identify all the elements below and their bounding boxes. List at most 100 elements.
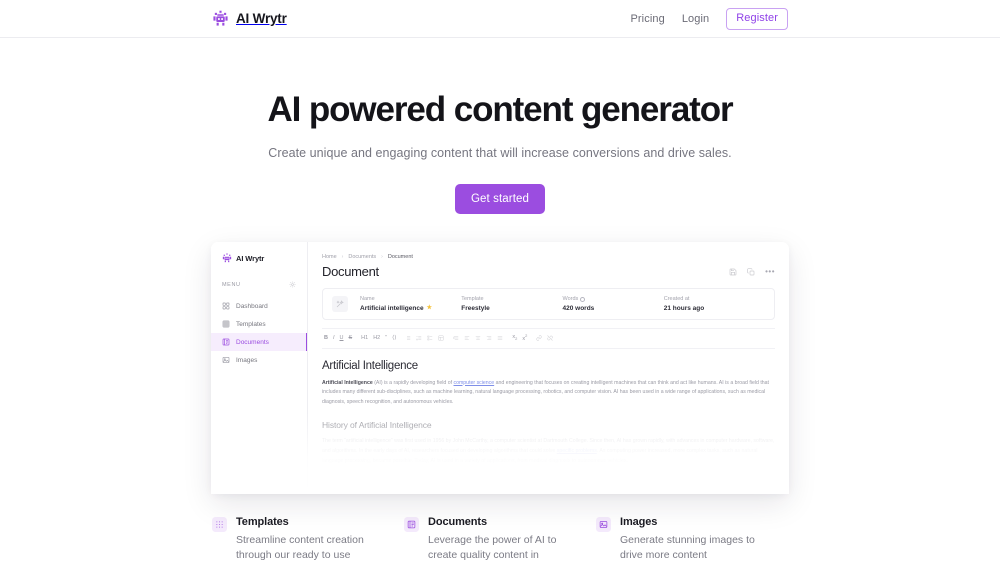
chevron-right-icon: ›: [341, 254, 344, 261]
align-justify-icon[interactable]: [497, 335, 503, 341]
register-button[interactable]: Register: [726, 7, 788, 30]
sidebar-item-label: Templates: [236, 320, 266, 328]
meta-words-value: 420 words: [562, 304, 595, 312]
brand-name: AI Wrytr: [236, 11, 287, 26]
document-meta-card: Name Artificial intelligence ★ Template …: [322, 288, 775, 321]
align-right-icon[interactable]: [486, 335, 492, 341]
list-checklist-icon[interactable]: [427, 335, 433, 341]
editor-toolbar: B I U S H1 H2 ” ⟨⟩ x2 x2: [322, 328, 775, 349]
meta-created: Created at 21 hours ago: [664, 296, 765, 312]
align-center-icon[interactable]: [475, 335, 481, 341]
feature-title: Templates: [236, 516, 289, 529]
bold-button[interactable]: B: [324, 335, 328, 342]
feature-description: Generate stunning images to drive more c…: [620, 534, 755, 562]
sidebar-item-label: Images: [236, 356, 258, 364]
star-icon[interactable]: ★: [427, 305, 432, 311]
blockquote-button[interactable]: ”: [385, 335, 387, 342]
toolbar-group-format: B I U S: [324, 335, 353, 342]
chevron-right-icon: ›: [381, 254, 383, 261]
feature-description: Streamline content creation through our …: [236, 534, 364, 562]
hero-section: AI powered content generator Create uniq…: [0, 38, 1000, 215]
preview-main: Home › Documents › Document Document •••…: [308, 242, 789, 494]
breadcrumb-home[interactable]: Home: [322, 254, 337, 260]
feature-description: Leverage the power of AI to create quali…: [428, 534, 557, 562]
doc-paragraph-2: The term “artificial intelligence” was f…: [322, 437, 775, 466]
image-icon: [596, 517, 611, 533]
templates-grid-icon: [222, 320, 230, 328]
underline-button[interactable]: U: [340, 335, 344, 342]
feature-text: Documents Leverage the power of AI to cr…: [428, 516, 574, 563]
robot-logo-icon: [212, 10, 229, 27]
doc-heading-1: Artificial Intelligence: [322, 359, 418, 372]
preview-brand: AI Wrytr: [211, 253, 307, 263]
unlink-icon[interactable]: [547, 335, 554, 342]
sparkle-wand-icon: [332, 296, 348, 313]
menu-label: MENU: [222, 281, 241, 288]
breadcrumb-documents[interactable]: Documents: [348, 254, 376, 260]
sidebar-item-label: Dashboard: [236, 302, 268, 310]
heading-2-button[interactable]: H2: [373, 335, 380, 342]
doc-p2-link[interactable]: specific problems: [557, 448, 597, 454]
toolbar-group-align: [453, 335, 503, 341]
preview-sidebar: AI Wrytr MENU Dashboard Templates Docume…: [211, 242, 308, 495]
feature-text: Images Generate stunning images to drive…: [620, 516, 766, 563]
align-left-icon[interactable]: [464, 335, 470, 341]
doc-paragraph-1: Artificial Intelligence (AI) is a rapidl…: [322, 379, 775, 408]
page-title: AI powered content generator: [267, 90, 733, 129]
toolbar-group-script: x2 x2: [512, 334, 527, 342]
feature-title: Documents: [428, 516, 487, 529]
doc-heading-2: History of Artificial Intelligence: [322, 420, 432, 431]
list-todo-icon[interactable]: [438, 335, 444, 341]
save-icon[interactable]: [729, 268, 737, 276]
meta-template-label: Template: [461, 296, 484, 303]
get-started-button[interactable]: Get started: [455, 184, 545, 215]
feature-templates: Templates Streamline content creation th…: [212, 516, 404, 563]
heading-1-button[interactable]: H1: [361, 335, 368, 342]
document-body[interactable]: Artificial Intelligence Artificial Intel…: [322, 349, 775, 467]
meta-name-value: Artificial intelligence: [360, 304, 424, 312]
sidebar-item-label: Documents: [236, 338, 269, 346]
sidebar-item-dashboard[interactable]: Dashboard: [211, 297, 307, 315]
meta-created-label: Created at: [663, 296, 690, 303]
superscript-button[interactable]: x2: [522, 334, 527, 342]
features-section: Templates Streamline content creation th…: [0, 516, 1000, 563]
sidebar-item-documents[interactable]: Documents: [211, 333, 307, 352]
nav-link-login[interactable]: Login: [682, 13, 709, 25]
align-indent-icon[interactable]: [453, 335, 459, 341]
app-preview: AI Wrytr MENU Dashboard Templates Docume…: [211, 242, 789, 495]
toolbar-group-lists: [405, 335, 444, 341]
templates-grid-icon: [212, 517, 227, 533]
document-title-row: Document •••: [322, 264, 775, 279]
hero-subtitle: Create unique and engaging content that …: [268, 146, 732, 161]
list-bulleted-icon[interactable]: [405, 335, 411, 341]
info-icon[interactable]: [580, 296, 586, 302]
top-navbar: AI Wrytr Pricing Login Register: [0, 0, 1000, 38]
list-numbered-icon[interactable]: [416, 335, 422, 341]
feature-documents: Documents Leverage the power of AI to cr…: [404, 516, 596, 563]
code-button[interactable]: ⟨⟩: [392, 335, 396, 342]
gear-icon[interactable]: [289, 281, 296, 288]
copy-icon[interactable]: [747, 268, 755, 276]
meta-created-value: 21 hours ago: [663, 304, 705, 312]
doc-p1-text-a: (AI) is a rapidly developing field of: [372, 379, 454, 386]
strikethrough-button[interactable]: S: [349, 335, 353, 342]
documents-icon: [222, 338, 230, 346]
doc-p1-link[interactable]: computer science: [454, 380, 495, 386]
nav-link-pricing[interactable]: Pricing: [630, 13, 664, 25]
preview-menu-header: MENU: [211, 281, 307, 288]
meta-words: Words 420 words: [563, 296, 664, 312]
breadcrumb-current: Document: [387, 254, 413, 261]
meta-template-value: Freestyle: [461, 304, 490, 312]
sidebar-item-templates[interactable]: Templates: [211, 315, 307, 333]
meta-name-label: Name: [360, 296, 375, 303]
sidebar-item-images[interactable]: Images: [211, 351, 307, 369]
brand-logo-link[interactable]: AI Wrytr: [212, 10, 287, 27]
meta-name-value-row: Artificial intelligence ★: [360, 305, 453, 312]
meta-template: Template Freestyle: [461, 296, 562, 312]
link-icon[interactable]: [536, 335, 542, 341]
preview-brand-name: AI Wrytr: [236, 253, 265, 263]
breadcrumb: Home › Documents › Document: [322, 254, 775, 260]
subscript-button[interactable]: x2: [512, 335, 517, 341]
more-options-button[interactable]: •••: [765, 267, 775, 276]
italic-button[interactable]: I: [333, 335, 335, 342]
